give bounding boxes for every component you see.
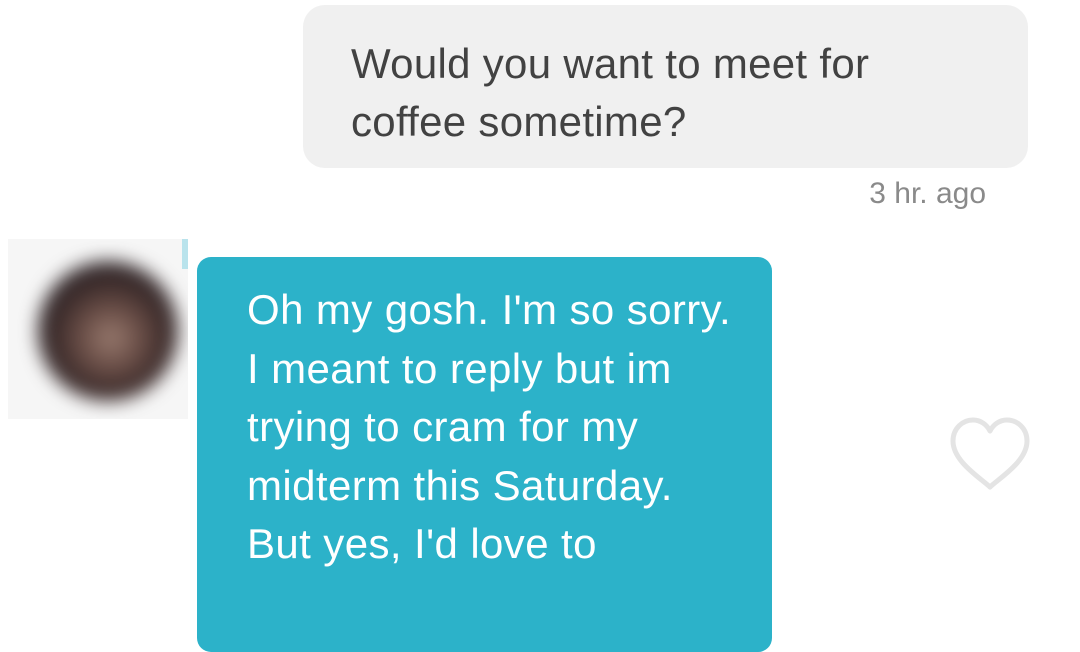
avatar[interactable] <box>8 239 188 419</box>
outgoing-message-bubble: Would you want to meet for coffee someti… <box>303 5 1028 168</box>
avatar-photo <box>38 261 178 401</box>
heart-icon[interactable] <box>949 416 1031 492</box>
chat-thread: Would you want to meet for coffee someti… <box>0 0 1080 652</box>
outgoing-message-text: Would you want to meet for coffee someti… <box>351 40 870 145</box>
incoming-message-bubble: Oh my gosh. I'm so sorry. I meant to rep… <box>197 257 772 652</box>
incoming-message-text: Oh my gosh. I'm so sorry. I meant to rep… <box>247 286 732 567</box>
message-timestamp: 3 hr. ago <box>869 177 986 210</box>
avatar-edge <box>182 239 188 269</box>
